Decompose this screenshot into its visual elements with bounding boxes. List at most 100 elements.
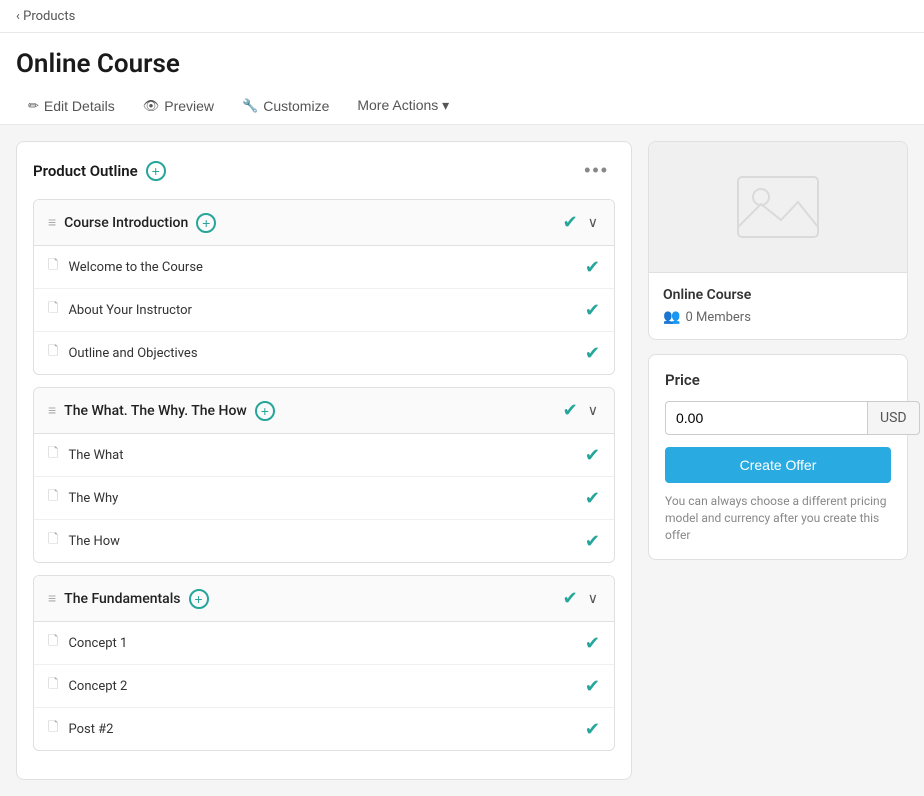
doc-icon: 🗋	[48, 299, 58, 321]
add-lesson-section-1-button[interactable]: +	[196, 213, 216, 233]
lesson-3-name: Outline and Objectives	[68, 346, 197, 361]
outline-card: Product Outline + ••• ≡ Course Introduct…	[16, 141, 632, 780]
outline-menu-button[interactable]: •••	[578, 158, 615, 183]
members-row: 👥 0 Members	[663, 309, 893, 325]
section-1-check-icon: ✔	[563, 212, 578, 233]
lesson-7-name: Concept 1	[68, 636, 127, 651]
lesson-left: 🗋 The Why	[48, 487, 118, 509]
customize-label: Customize	[263, 98, 329, 114]
section-2-name: The What. The Why. The How	[64, 403, 247, 419]
placeholder-image-icon	[733, 172, 823, 242]
section-3-right: ✔ ∨	[563, 588, 600, 609]
section-block: ≡ The What. The Why. The How + ✔ ∨ 🗋 The	[33, 387, 615, 563]
edit-details-button[interactable]: ✏ Edit Details	[16, 90, 127, 124]
outline-header: Product Outline + •••	[33, 158, 615, 183]
toolbar: ✏ Edit Details 👁 Preview 🔧 Customize Mor…	[16, 89, 908, 124]
drag-handle-icon: ≡	[48, 214, 56, 231]
page-wrapper: Products Online Course ✏ Edit Details 👁 …	[0, 0, 924, 796]
doc-icon: 🗋	[48, 675, 58, 697]
lesson-1-name: Welcome to the Course	[68, 260, 202, 275]
section-3-name: The Fundamentals	[64, 591, 180, 607]
preview-info: Online Course 👥 0 Members	[649, 272, 907, 339]
lesson-8-check-icon: ✔	[585, 676, 600, 697]
price-input[interactable]	[665, 401, 867, 435]
outline-title: Product Outline	[33, 162, 138, 180]
section-1-right: ✔ ∨	[563, 212, 600, 233]
lesson-left: 🗋 Concept 1	[48, 632, 127, 654]
breadcrumb-bar: Products	[0, 0, 924, 33]
lesson-left: 🗋 About Your Instructor	[48, 299, 192, 321]
lesson-2-name: About Your Instructor	[68, 303, 191, 318]
doc-icon: 🗋	[48, 256, 58, 278]
section-2-check-icon: ✔	[563, 400, 578, 421]
lesson-row: 🗋 The What ✔	[34, 434, 614, 477]
section-2-left: ≡ The What. The Why. The How +	[48, 401, 275, 421]
lesson-1-check-icon: ✔	[585, 257, 600, 278]
wrench-icon: 🔧	[242, 98, 258, 114]
section-3-check-icon: ✔	[563, 588, 578, 609]
eye-icon: 👁	[143, 98, 160, 114]
header-section: Online Course ✏ Edit Details 👁 Preview 🔧…	[0, 33, 924, 125]
doc-icon: 🗋	[48, 530, 58, 552]
lesson-7-check-icon: ✔	[585, 633, 600, 654]
pencil-icon: ✏	[28, 98, 39, 114]
lesson-left: 🗋 Concept 2	[48, 675, 127, 697]
drag-handle-icon: ≡	[48, 402, 56, 419]
price-card: Price USD Create Offer You can always ch…	[648, 354, 908, 560]
section-1-collapse-button[interactable]: ∨	[586, 212, 600, 233]
lesson-row: 🗋 Outline and Objectives ✔	[34, 332, 614, 374]
add-section-button[interactable]: +	[146, 161, 166, 181]
members-icon: 👥	[663, 309, 680, 325]
section-header-2: ≡ The What. The Why. The How + ✔ ∨	[34, 388, 614, 434]
lesson-left: 🗋 The How	[48, 530, 120, 552]
currency-label: USD	[867, 401, 920, 435]
section-header-3: ≡ The Fundamentals + ✔ ∨	[34, 576, 614, 622]
add-lesson-section-2-button[interactable]: +	[255, 401, 275, 421]
lesson-3-check-icon: ✔	[585, 343, 600, 364]
main-content: Product Outline + ••• ≡ Course Introduct…	[0, 125, 924, 796]
left-panel: Product Outline + ••• ≡ Course Introduct…	[16, 141, 632, 780]
lesson-4-name: The What	[68, 448, 123, 463]
lesson-4-check-icon: ✔	[585, 445, 600, 466]
page-title: Online Course	[16, 49, 908, 79]
section-3-left: ≡ The Fundamentals +	[48, 589, 209, 609]
section-block: ≡ Course Introduction + ✔ ∨ 🗋 Welcome to	[33, 199, 615, 375]
section-2-collapse-button[interactable]: ∨	[586, 400, 600, 421]
preview-card: Online Course 👥 0 Members	[648, 141, 908, 340]
lesson-9-name: Post #2	[68, 722, 113, 737]
lesson-left: 🗋 Welcome to the Course	[48, 256, 203, 278]
preview-label: Preview	[164, 98, 214, 114]
breadcrumb-link[interactable]: Products	[16, 9, 75, 24]
create-offer-button[interactable]: Create Offer	[665, 447, 891, 483]
lesson-2-check-icon: ✔	[585, 300, 600, 321]
members-count: 0 Members	[685, 310, 750, 325]
lesson-row: 🗋 The How ✔	[34, 520, 614, 562]
section-1-left: ≡ Course Introduction +	[48, 213, 216, 233]
doc-icon: 🗋	[48, 718, 58, 740]
more-actions-label: More Actions ▾	[357, 97, 449, 114]
preview-button[interactable]: 👁 Preview	[131, 90, 226, 124]
preview-image-area	[649, 142, 907, 272]
price-input-row: USD	[665, 401, 891, 435]
lesson-5-check-icon: ✔	[585, 488, 600, 509]
lesson-row: 🗋 About Your Instructor ✔	[34, 289, 614, 332]
doc-icon: 🗋	[48, 487, 58, 509]
lesson-row: 🗋 Concept 1 ✔	[34, 622, 614, 665]
price-label: Price	[665, 371, 891, 389]
edit-details-label: Edit Details	[44, 98, 115, 114]
add-lesson-section-3-button[interactable]: +	[189, 589, 209, 609]
lesson-6-check-icon: ✔	[585, 531, 600, 552]
lesson-left: 🗋 Post #2	[48, 718, 113, 740]
doc-icon: 🗋	[48, 444, 58, 466]
drag-handle-icon: ≡	[48, 590, 56, 607]
more-actions-button[interactable]: More Actions ▾	[345, 89, 461, 124]
doc-icon: 🗋	[48, 632, 58, 654]
customize-button[interactable]: 🔧 Customize	[230, 90, 341, 124]
lesson-row: 🗋 Post #2 ✔	[34, 708, 614, 750]
outline-title-group: Product Outline +	[33, 161, 166, 181]
section-3-collapse-button[interactable]: ∨	[586, 588, 600, 609]
lesson-row: 🗋 The Why ✔	[34, 477, 614, 520]
right-panel: Online Course 👥 0 Members Price USD Crea…	[648, 141, 908, 780]
lesson-8-name: Concept 2	[68, 679, 127, 694]
section-1-name: Course Introduction	[64, 215, 188, 231]
